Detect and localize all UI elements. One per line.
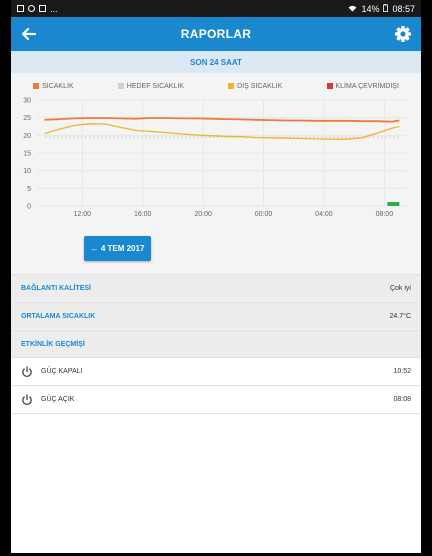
event-history-label: ETKİNLİK GEÇMİŞİ	[21, 340, 85, 348]
average-temperature-row: ORTALAMA SICAKLIK 24.7°C	[11, 302, 421, 329]
event-time: 08:08	[393, 396, 411, 403]
legend-item-outdoor-temperature: DIŞ SICAKLIK	[228, 80, 282, 92]
y-tick-label: 5	[27, 186, 31, 193]
image-notification-icon	[17, 5, 24, 12]
status-bar: ... 14% 08:57	[11, 0, 421, 17]
connection-quality-value: Çok iyi	[389, 284, 411, 292]
series-line-temperature	[44, 117, 400, 123]
legend-swatch	[33, 83, 40, 89]
legend-item-ac-offline: KLİMA ÇEVRİMDIŞI	[326, 80, 399, 92]
battery-level: 14%	[361, 3, 380, 14]
legend-item-temperature: SICAKLIK	[33, 80, 74, 92]
chart-legend: SICAKLIK HEDEF SICAKLIK DIŞ SICAKLIK KLİ…	[11, 80, 421, 92]
legend-label: HEDEF SICAKLIK	[126, 82, 184, 90]
event-row[interactable]: GÜÇ AÇIK 08:08	[11, 385, 421, 413]
event-label: GÜÇ KAPALI	[41, 368, 83, 375]
x-tick-label: 16:00	[134, 211, 152, 218]
legend-label: SICAKLIK	[42, 82, 74, 90]
event-time: 10:52	[393, 368, 411, 375]
legend-label: DIŞ SICAKLIK	[237, 82, 283, 90]
event-label: GÜÇ AÇIK	[41, 396, 75, 403]
back-arrow-icon[interactable]	[19, 24, 39, 44]
event-history-header: ETKİNLİK GEÇMİŞİ	[11, 330, 421, 357]
settings-gear-icon[interactable]	[393, 24, 413, 44]
y-tick-label: 30	[23, 98, 31, 105]
period-label: SON 24 SAAT	[190, 57, 242, 67]
empty-area	[11, 413, 421, 553]
x-tick-label: 00:00	[255, 211, 273, 218]
legend-swatch	[228, 83, 235, 89]
x-tick-label: 20:00	[194, 211, 212, 218]
clock: 08:57	[392, 3, 415, 14]
event-row[interactable]: GÜÇ KAPALI 10:52	[11, 357, 421, 385]
average-temperature-label: ORTALAMA SICAKLIK	[21, 312, 96, 320]
x-tick-label: 04:00	[315, 211, 333, 218]
page-title: RAPORLAR	[180, 27, 252, 41]
flag-notification-icon	[39, 5, 46, 12]
temperature-chart: 30 25 20 15 10 5 0 12:00 16:00 20:00 00:00 04:00 08:…	[23, 98, 407, 218]
y-tick-label: 20	[23, 133, 31, 140]
power-icon	[21, 393, 33, 406]
legend-swatch	[117, 83, 124, 89]
status-indicator-bar	[387, 202, 400, 206]
sync-notification-icon	[28, 5, 35, 12]
connection-quality-label: BAĞLANTI KALİTESİ	[21, 284, 91, 292]
battery-icon	[383, 3, 389, 14]
power-icon	[21, 365, 33, 378]
device-screen: ... 14% 08:57 RAPORLAR SON 24 SAAT SICAK…	[11, 0, 421, 553]
legend-label: KLİMA ÇEVRİMDIŞI	[335, 82, 399, 90]
y-tick-label: 10	[23, 168, 31, 175]
legend-item-target-temperature: HEDEF SICAKLIK	[117, 80, 184, 92]
x-tick-label: 08:00	[376, 211, 394, 218]
period-selector[interactable]: SON 24 SAAT	[11, 51, 421, 73]
y-tick-label: 25	[23, 115, 31, 122]
connection-quality-row: BAĞLANTI KALİTESİ Çok iyi	[11, 274, 421, 301]
wifi-icon	[348, 4, 357, 14]
app-bar: RAPORLAR	[11, 17, 421, 51]
y-tick-label: 0	[27, 204, 31, 211]
x-tick-label: 12:00	[74, 211, 92, 218]
y-tick-label: 15	[23, 151, 31, 158]
previous-date-button[interactable]: ← 4 TEM 2017	[84, 236, 151, 261]
average-temperature-value: 24.7°C	[389, 312, 411, 320]
legend-swatch	[326, 83, 333, 89]
more-notifications: ...	[50, 3, 58, 14]
